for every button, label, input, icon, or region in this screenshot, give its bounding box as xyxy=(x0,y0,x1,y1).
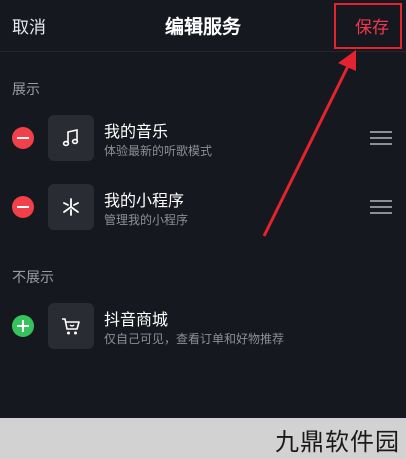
mini-program-icon xyxy=(48,184,94,230)
watermark-bar: 九鼎软件园 xyxy=(0,418,406,459)
shopping-cart-icon xyxy=(48,303,94,349)
drag-handle-icon[interactable] xyxy=(370,200,392,214)
service-item-music: 我的音乐 体验最新的听歌模式 xyxy=(0,110,406,168)
remove-button[interactable] xyxy=(12,127,34,149)
service-title: 我的音乐 xyxy=(104,122,169,141)
service-title: 我的小程序 xyxy=(104,191,185,210)
service-subtitle: 仅自己可见，查看订单和好物推荐 xyxy=(104,332,285,346)
save-highlight-box xyxy=(334,3,402,49)
watermark-text: 九鼎软件园 xyxy=(275,428,400,456)
service-item-shop: 抖音商城 仅自己可见，查看订单和好物推荐 xyxy=(0,298,406,356)
music-note-icon xyxy=(48,115,94,161)
service-subtitle: 体验最新的听歌模式 xyxy=(104,144,213,158)
service-title: 抖音商城 xyxy=(104,310,169,329)
section-label-shown: 展示 xyxy=(12,82,40,98)
service-subtitle: 管理我的小程序 xyxy=(104,213,189,227)
add-button[interactable] xyxy=(12,315,34,337)
service-item-mini-program: 我的小程序 管理我的小程序 xyxy=(0,179,406,237)
remove-button[interactable] xyxy=(12,196,34,218)
drag-handle-icon[interactable] xyxy=(370,131,392,145)
section-label-hidden: 不展示 xyxy=(12,270,54,286)
